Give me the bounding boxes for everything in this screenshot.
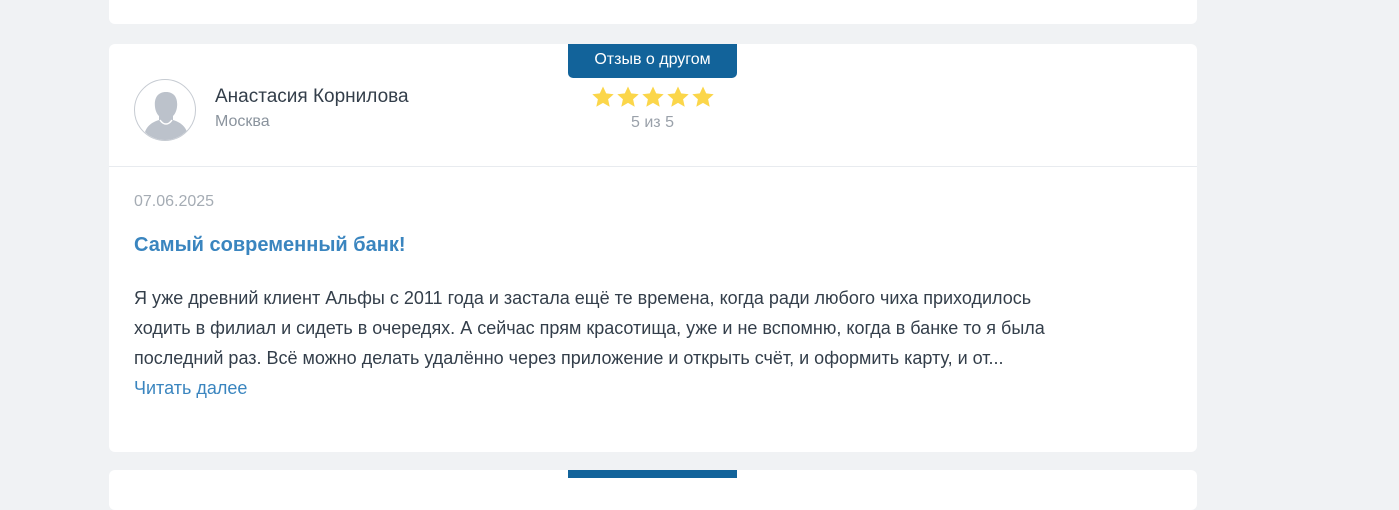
author-name[interactable]: Анастасия Корнилова (215, 86, 409, 108)
review-card: Отзыв о другом Анастасия Корнилова Москв… (109, 44, 1197, 452)
star-icon (617, 86, 639, 107)
user-silhouette-icon (134, 79, 196, 141)
star-icon (692, 86, 714, 107)
review-type-tag (568, 470, 737, 478)
review-type-tag: Отзыв о другом (568, 44, 737, 78)
star-icon (592, 86, 614, 107)
previous-review-card (109, 0, 1197, 24)
read-more-link[interactable]: Читать далее (134, 373, 247, 403)
star-icon (667, 86, 689, 107)
next-review-card (109, 470, 1197, 510)
review-text-line: ходить в филиал и сидеть в очередях. А с… (134, 318, 1045, 338)
review-text-line: Я уже древний клиент Альфы с 2011 года и… (134, 288, 1032, 308)
review-text: Я уже древний клиент Альфы с 2011 года и… (134, 283, 1134, 373)
divider (109, 166, 1197, 167)
review-date: 07.06.2025 (134, 193, 215, 210)
author-city: Москва (215, 113, 270, 130)
review-text-line: последний раз. Всё можно делать удалённо… (134, 348, 1004, 368)
review-title[interactable]: Самый современный банк! (134, 234, 405, 257)
rating-stars (591, 85, 717, 109)
star-icon (642, 86, 664, 107)
rating-text: 5 из 5 (631, 114, 674, 131)
